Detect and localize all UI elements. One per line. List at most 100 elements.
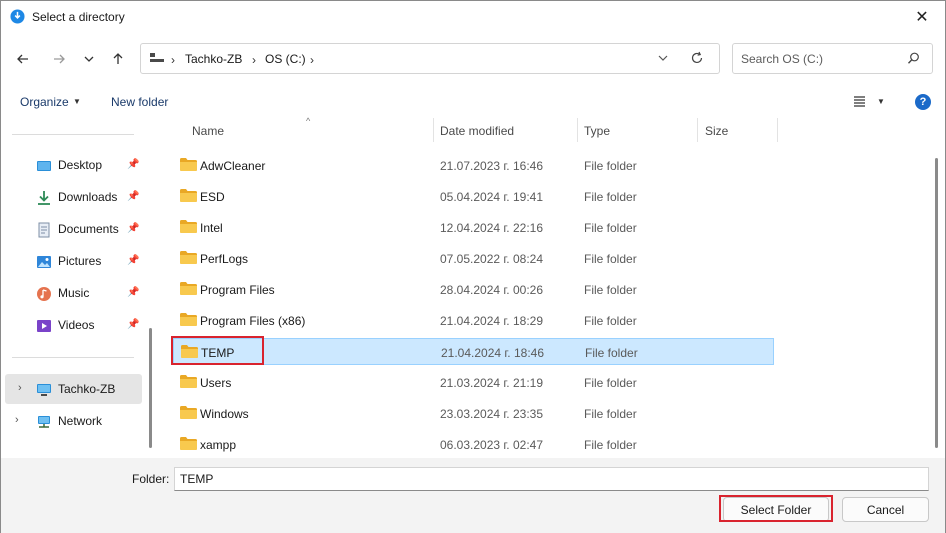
command-bar: Organize ▼ New folder ▼ ? xyxy=(1,87,945,117)
cancel-button[interactable]: Cancel xyxy=(842,497,929,522)
table-row[interactable]: Users 21.03.2024 г. 21:19 File folder xyxy=(173,369,774,396)
file-date-modified: 06.03.2023 г. 02:47 xyxy=(440,438,544,452)
organize-button[interactable]: Organize xyxy=(20,95,69,109)
nav-item-tachko-zb[interactable]: › Tachko-ZB xyxy=(5,374,142,404)
app-icon xyxy=(10,9,25,24)
this-pc-icon xyxy=(150,53,164,62)
close-button[interactable]: ✕ xyxy=(899,1,945,33)
column-header-type[interactable]: Type xyxy=(584,118,610,144)
table-row[interactable]: ESD 05.04.2024 г. 19:41 File folder xyxy=(173,183,774,210)
breadcrumb-drive[interactable]: OS (C:) xyxy=(265,52,306,66)
nav-item-network[interactable]: › Network xyxy=(2,406,142,436)
up-button[interactable] xyxy=(107,48,129,70)
file-date-modified: 28.04.2024 г. 00:26 xyxy=(440,283,544,297)
nav-item-pictures[interactable]: Pictures 📌 xyxy=(2,246,142,276)
folder-icon xyxy=(180,313,197,326)
folder-icon xyxy=(180,406,197,419)
nav-item-label: Downloads xyxy=(58,190,118,204)
file-type: File folder xyxy=(584,252,637,266)
file-name: ESD xyxy=(200,190,225,204)
file-type: File folder xyxy=(584,438,637,452)
file-date-modified: 07.05.2022 г. 08:24 xyxy=(440,252,544,266)
navigation-pane: Desktop 📌 Downloads 📌 Documents 📌 Pictur… xyxy=(2,118,154,458)
folder-name-input[interactable]: TEMP xyxy=(174,467,929,491)
file-name: Users xyxy=(200,376,232,390)
table-row[interactable]: AdwCleaner 21.07.2023 г. 16:46 File folder xyxy=(173,152,774,179)
table-row[interactable]: Intel 12.04.2024 г. 22:16 File folder xyxy=(173,214,774,241)
nav-item-downloads[interactable]: Downloads 📌 xyxy=(2,182,142,212)
documents-icon xyxy=(38,222,50,238)
pictures-icon xyxy=(37,256,51,268)
new-folder-button[interactable]: New folder xyxy=(111,95,168,109)
column-header-name[interactable]: Name xyxy=(192,118,224,144)
arrow-up-icon xyxy=(113,53,123,64)
file-date-modified: 21.03.2024 г. 21:19 xyxy=(440,376,544,390)
column-divider[interactable] xyxy=(777,118,778,142)
nav-item-documents[interactable]: Documents 📌 xyxy=(2,214,142,244)
nav-divider xyxy=(12,134,134,135)
file-list-scrollbar[interactable] xyxy=(935,158,938,448)
file-type: File folder xyxy=(584,190,637,204)
nav-item-music[interactable]: Music 📌 xyxy=(2,278,142,308)
address-history-dropdown-icon[interactable] xyxy=(657,52,669,64)
view-options-icon[interactable] xyxy=(853,95,866,107)
breadcrumb-separator: › xyxy=(171,53,175,67)
file-list: ^ Name Date modified Type Size AdwCleane… xyxy=(160,116,943,458)
nav-divider xyxy=(12,357,134,358)
refresh-icon[interactable] xyxy=(690,51,704,65)
folder-label: Folder: xyxy=(132,472,170,486)
nav-item-desktop[interactable]: Desktop 📌 xyxy=(2,150,142,180)
select-directory-dialog: Select a directory ✕ › Tachko-ZB › OS (C… xyxy=(0,0,946,533)
forward-button[interactable] xyxy=(48,48,70,70)
column-divider[interactable] xyxy=(697,118,698,142)
file-name: Program Files xyxy=(200,283,275,297)
address-bar[interactable]: › Tachko-ZB › OS (C:) › xyxy=(140,43,720,74)
file-date-modified: 21.04.2024 г. 18:46 xyxy=(441,346,545,360)
column-divider[interactable] xyxy=(433,118,434,142)
column-header-date-modified[interactable]: Date modified xyxy=(440,118,514,144)
file-name: AdwCleaner xyxy=(200,159,266,173)
recent-locations-button[interactable] xyxy=(78,48,100,70)
folder-icon xyxy=(180,282,197,295)
back-button[interactable] xyxy=(12,48,34,70)
help-button[interactable]: ? xyxy=(915,94,931,110)
column-divider[interactable] xyxy=(577,118,578,142)
file-type: File folder xyxy=(584,283,637,297)
folder-icon xyxy=(180,375,197,388)
pin-icon: 📌 xyxy=(127,191,140,202)
folder-icon xyxy=(180,437,197,450)
search-box[interactable]: Search OS (C:) xyxy=(732,43,933,74)
highlight-box-select-folder xyxy=(719,495,833,522)
file-date-modified: 05.04.2024 г. 19:41 xyxy=(440,190,544,204)
column-header-size[interactable]: Size xyxy=(705,118,728,144)
chevron-right-icon[interactable]: › xyxy=(15,414,19,426)
caret-down-icon[interactable]: ▼ xyxy=(877,97,885,106)
chevron-right-icon[interactable]: › xyxy=(18,382,22,394)
nav-pane-scrollbar[interactable] xyxy=(149,328,152,448)
folder-icon xyxy=(180,251,197,264)
arrow-right-icon xyxy=(54,54,65,64)
table-row[interactable]: xampp 06.03.2023 г. 02:47 File folder xyxy=(173,431,774,458)
downloads-icon xyxy=(38,191,50,205)
pin-icon: 📌 xyxy=(127,319,140,330)
window-title: Select a directory xyxy=(32,10,125,24)
desktop-icon xyxy=(37,161,51,171)
breadcrumb-computer[interactable]: Tachko-ZB xyxy=(185,52,242,66)
file-date-modified: 23.03.2024 г. 23:35 xyxy=(440,407,544,421)
table-row[interactable]: Program Files (x86) 21.04.2024 г. 18:29 Fi… xyxy=(173,307,774,334)
table-row[interactable]: Program Files 28.04.2024 г. 00:26 File fol… xyxy=(173,276,774,303)
videos-icon xyxy=(37,320,51,332)
folder-icon xyxy=(180,220,197,233)
chevron-down-icon xyxy=(84,56,94,62)
nav-item-videos[interactable]: Videos 📌 xyxy=(2,310,142,340)
title-bar: Select a directory ✕ xyxy=(1,1,945,33)
file-name: Windows xyxy=(200,407,249,421)
pin-icon: 📌 xyxy=(127,159,140,170)
table-row[interactable]: Windows 23.03.2024 г. 23:35 File folder xyxy=(173,400,774,427)
music-icon xyxy=(37,287,51,301)
table-row[interactable]: PerfLogs 07.05.2022 г. 08:24 File folder xyxy=(173,245,774,272)
file-type: File folder xyxy=(584,159,637,173)
search-input[interactable]: Search OS (C:) xyxy=(741,52,823,66)
file-type: File folder xyxy=(584,314,637,328)
nav-item-label: Music xyxy=(58,286,90,300)
